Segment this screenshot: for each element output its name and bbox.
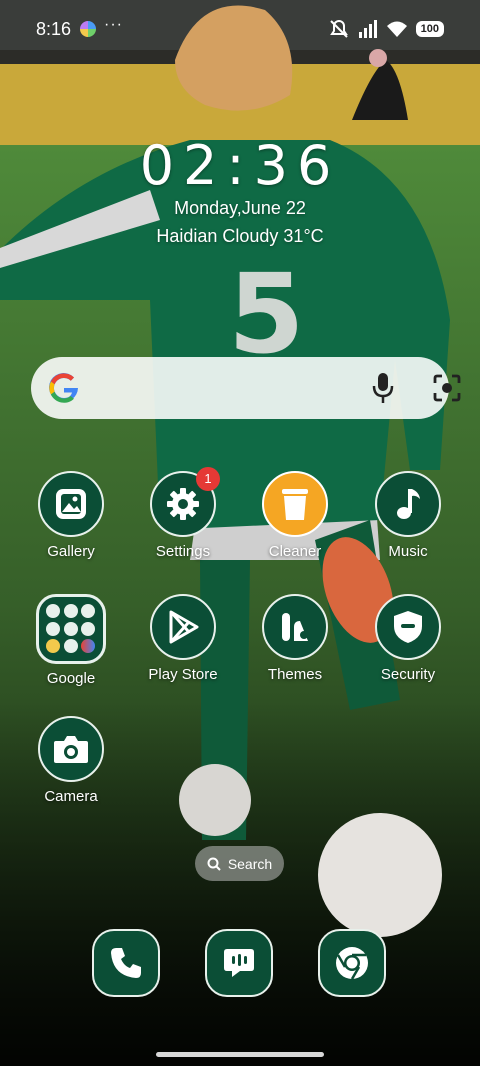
folder-icon	[36, 594, 106, 664]
google-mini-icon	[46, 604, 60, 618]
duo-mini-icon	[63, 639, 78, 654]
search-label: Search	[227, 855, 273, 872]
chrome-icon	[318, 929, 386, 997]
maps-mini-icon	[81, 621, 96, 636]
microphone-icon[interactable]	[370, 371, 396, 405]
battery-icon: 100	[415, 21, 444, 37]
app-label: Themes	[267, 666, 323, 683]
app-search-button[interactable]: Search	[195, 846, 284, 881]
app-settings[interactable]: 1 Settings	[128, 467, 238, 560]
notification-badge: 1	[196, 467, 220, 491]
app-gallery[interactable]: Gallery	[16, 471, 126, 560]
play-icon	[150, 594, 216, 660]
google-logo-icon	[49, 373, 78, 403]
clock-time[interactable]: 02:36	[0, 134, 480, 197]
status-bar: 8:16 ··· 100	[0, 0, 480, 60]
clock-weather[interactable]: Haidian Cloudy 31°C	[0, 226, 480, 247]
phone-icon	[92, 929, 160, 997]
shield-icon	[375, 594, 441, 660]
app-label: Security	[380, 666, 436, 683]
lens-camera-icon[interactable]	[432, 373, 462, 403]
app-music[interactable]: Music	[353, 471, 463, 560]
gallery-icon	[38, 471, 104, 537]
app-themes[interactable]: Themes	[240, 594, 350, 683]
gesture-nav-handle[interactable]	[156, 1052, 324, 1057]
google-search-bar[interactable]	[31, 357, 461, 419]
camera-icon	[38, 716, 104, 782]
status-time: 8:16	[36, 19, 72, 39]
signal-icon	[358, 20, 377, 38]
dock-messages[interactable]	[205, 929, 273, 997]
search-icon	[207, 857, 221, 871]
more-notifications-icon: ···	[104, 16, 123, 33]
gear-icon: 1	[150, 467, 220, 537]
app-label: Play Store	[148, 666, 218, 683]
app-label: Cleaner	[268, 543, 322, 560]
app-security[interactable]: Security	[353, 594, 463, 683]
dock-phone[interactable]	[92, 929, 160, 997]
app-label: Settings	[155, 543, 211, 560]
app-label: Music	[388, 543, 428, 560]
trash-icon	[262, 471, 328, 537]
clock-date[interactable]: Monday,June 22	[0, 198, 480, 219]
messages-icon	[205, 929, 273, 997]
app-label: Camera	[44, 788, 98, 805]
mute-vibrate-icon	[329, 19, 348, 38]
themes-icon	[262, 594, 328, 660]
app-cleaner[interactable]: Cleaner	[240, 471, 350, 560]
dock-chrome[interactable]	[318, 929, 386, 997]
wifi-icon	[386, 21, 407, 37]
drive-mini-icon	[63, 621, 78, 636]
assistant-mini-icon	[81, 604, 96, 618]
youtube-mini-icon	[46, 621, 60, 636]
app-label: Google	[46, 670, 96, 687]
app-folder-google[interactable]: Google	[16, 594, 126, 687]
gmail-mini-icon	[63, 604, 78, 618]
notification-app-icon	[80, 21, 96, 37]
app-label: Gallery	[47, 543, 95, 560]
photos-mini-icon	[46, 639, 60, 654]
pay-mini-icon	[81, 639, 96, 654]
app-play-store[interactable]: Play Store	[128, 594, 238, 683]
music-note-icon	[375, 471, 441, 537]
app-camera[interactable]: Camera	[16, 716, 126, 805]
